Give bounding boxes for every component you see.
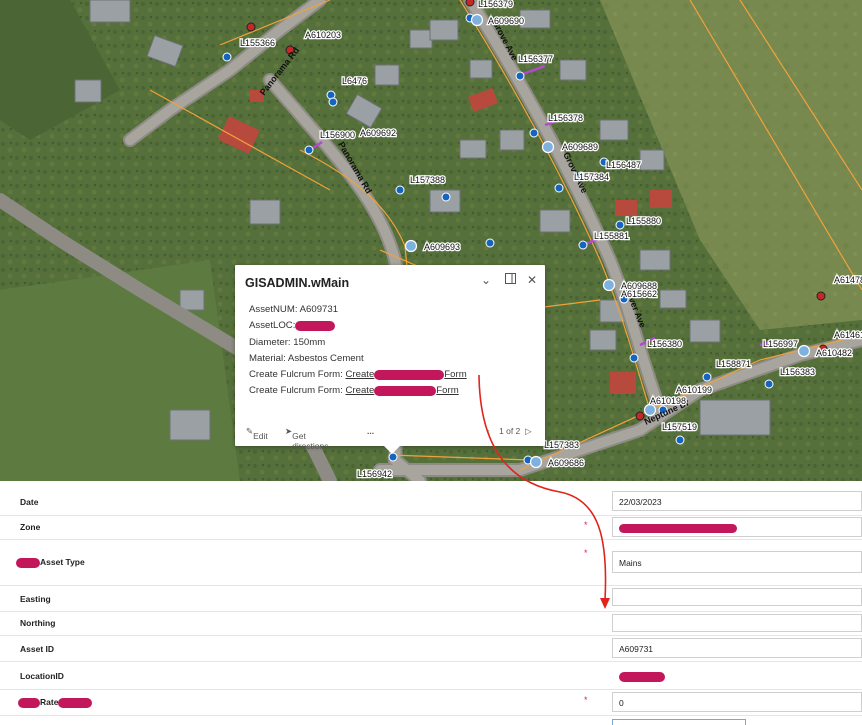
close-icon[interactable]: ✕	[527, 273, 537, 287]
asset-label: L6476	[342, 76, 367, 86]
asset-label: A609686	[548, 458, 584, 468]
form-row-asset-id: Asset ID A609731	[0, 635, 862, 662]
asset-label: A610203	[305, 30, 341, 40]
asset-label: L156380	[647, 339, 682, 349]
field-label: Date	[20, 497, 39, 507]
asset-label: L157384	[574, 172, 609, 182]
asset-label: L156383	[780, 367, 815, 377]
fulcrum-form-label: Create Fulcrum Form:	[249, 385, 343, 397]
asset-id-input[interactable]: A609731	[612, 638, 862, 658]
popup-pointer	[384, 446, 400, 454]
form-row-rate: Rate * 0	[0, 689, 862, 716]
asset-label: L157383	[544, 440, 579, 450]
next-feature-icon[interactable]: ▷	[525, 426, 532, 437]
asset-label: L156942	[357, 469, 392, 479]
material-field: Material: Asbestos Cement	[249, 352, 364, 364]
required-marker: *	[584, 520, 588, 530]
redacted-value	[295, 320, 336, 331]
asset-label: L156379	[478, 0, 513, 9]
asset-label: A61461	[834, 330, 862, 340]
next-control-edge	[612, 719, 746, 725]
field-label: LocationID	[20, 671, 64, 681]
more-options-button[interactable]: ...	[367, 426, 374, 436]
asset-label: L155880	[626, 216, 661, 226]
field-label: Asset ID	[20, 644, 55, 654]
feature-popup: GISADMIN.wMain ⌄ ✕ AssetNUM: A609731 Ass…	[235, 265, 545, 454]
asset-label: A610482	[816, 348, 852, 358]
asset-label: L155881	[594, 231, 629, 241]
collapse-chevron-icon[interactable]: ⌄	[481, 273, 491, 287]
form-row-northing: Northing	[0, 611, 862, 636]
zone-field[interactable]	[612, 517, 862, 537]
asset-type-select[interactable]: Mains	[612, 551, 862, 573]
asset-label: L156378	[548, 113, 583, 123]
field-label: Rate	[18, 697, 93, 708]
asset-label: A615662	[621, 289, 657, 299]
asset-num-value: A609731	[299, 304, 339, 315]
popup-footer: ✎ Edit ➤ Get directions ... ‹ 1 of 2 ▷	[235, 421, 545, 451]
field-label: Northing	[20, 618, 56, 628]
asset-label: A609693	[424, 242, 460, 252]
asset-label: L156377	[518, 54, 553, 64]
form-row-location-id: LocationID	[0, 661, 862, 690]
form-row-easting: Easting	[0, 585, 862, 612]
asset-label: A610198	[650, 396, 686, 406]
dock-icon[interactable]	[505, 273, 516, 287]
asset-label: L156900	[320, 130, 355, 140]
asset-label: L157388	[410, 175, 445, 185]
asset-label: A609692	[360, 128, 396, 138]
form-row-zone: Zone *	[0, 515, 862, 540]
asset-label: L156487	[606, 160, 641, 170]
popup-title: GISADMIN.wMain	[245, 276, 350, 290]
asset-label: A609690	[488, 16, 524, 26]
asset-loc-label: AssetLOC:	[249, 320, 296, 332]
required-marker: *	[584, 548, 588, 558]
easting-input[interactable]	[612, 588, 862, 606]
rate-input[interactable]: 0	[612, 692, 862, 712]
form-row-date: Date 22/03/2023	[0, 487, 862, 516]
form-row-asset-type: Asset Type * Mains	[0, 539, 862, 586]
asset-label: L155366	[240, 38, 275, 48]
required-marker: *	[584, 695, 588, 705]
edit-button[interactable]: ✎ Edit	[246, 426, 268, 441]
asset-label: L156997	[763, 339, 798, 349]
prev-feature-icon[interactable]: ‹	[487, 426, 490, 436]
asset-num-label: AssetNUM:	[249, 304, 298, 315]
fulcrum-form-link[interactable]: Create Form	[346, 369, 467, 380]
fulcrum-form-label: Create Fulcrum Form:	[249, 369, 343, 381]
asset-label: A610199	[676, 385, 712, 395]
date-field[interactable]: 22/03/2023	[612, 491, 862, 511]
field-label: Easting	[20, 594, 51, 604]
northing-input[interactable]	[612, 614, 862, 632]
pager-text: 1 of 2	[499, 426, 521, 436]
asset-label: L157519	[662, 422, 697, 432]
diameter-field: Diameter: 150mm	[249, 336, 326, 348]
fulcrum-form: Date 22/03/2023 Zone * Asset Type * Main…	[0, 481, 862, 725]
location-id-input[interactable]	[612, 665, 862, 685]
fulcrum-form-link[interactable]: Create Form	[346, 385, 459, 396]
directions-button[interactable]: ➤ Get directions	[285, 426, 329, 451]
asset-label: L158871	[716, 359, 751, 369]
field-label: Zone	[20, 522, 41, 532]
field-label: Asset Type	[16, 557, 85, 568]
asset-label: A61478	[834, 275, 862, 285]
map-view[interactable]: Panorama Rd Panorama Rd Grove Ave Grove …	[0, 0, 862, 481]
popup-content: AssetNUM: A609731 AssetLOC: Diameter: 15…	[249, 302, 467, 400]
asset-label: A609689	[562, 142, 598, 152]
